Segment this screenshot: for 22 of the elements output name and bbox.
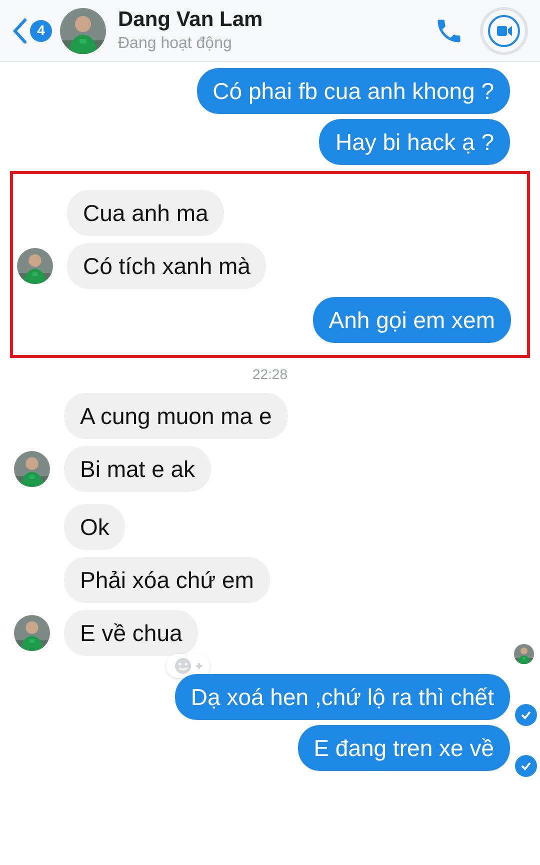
message-bubble: E đang tren xe về — [298, 725, 510, 771]
unread-count: 4 — [30, 20, 52, 42]
message-bubble: Anh gọi em xem — [312, 297, 511, 343]
video-camera-icon — [487, 14, 521, 48]
message-bubble: E về chua — [64, 610, 198, 656]
message-bubble: Dạ xoá hen ,chứ lộ ra thì chết — [174, 674, 510, 720]
message-bubble: Cua anh ma — [67, 190, 224, 236]
contact-name: Dang Van Lam — [118, 7, 264, 34]
message-bubble: A cung muon ma e — [64, 393, 288, 439]
back-button[interactable]: 4 — [12, 18, 52, 44]
message-bubble: Phải xóa chứ em — [64, 557, 270, 603]
message-bubble: Hay bi hack ạ ? — [319, 119, 510, 165]
message-bubble: Có phai fb cua anh khong ? — [196, 68, 510, 114]
message-bubble: Bi mat e ak — [64, 446, 212, 492]
back-icon — [12, 18, 28, 44]
reaction-button[interactable] — [166, 654, 210, 678]
active-status: Đang hoạt động — [118, 34, 233, 54]
message-bubble: Ok — [64, 504, 126, 550]
video-call-button[interactable] — [480, 6, 528, 54]
smiley-plus-icon — [172, 657, 204, 675]
message-bubble: Có tích xanh mà — [67, 243, 266, 289]
timestamp: 22:28 — [251, 365, 289, 384]
